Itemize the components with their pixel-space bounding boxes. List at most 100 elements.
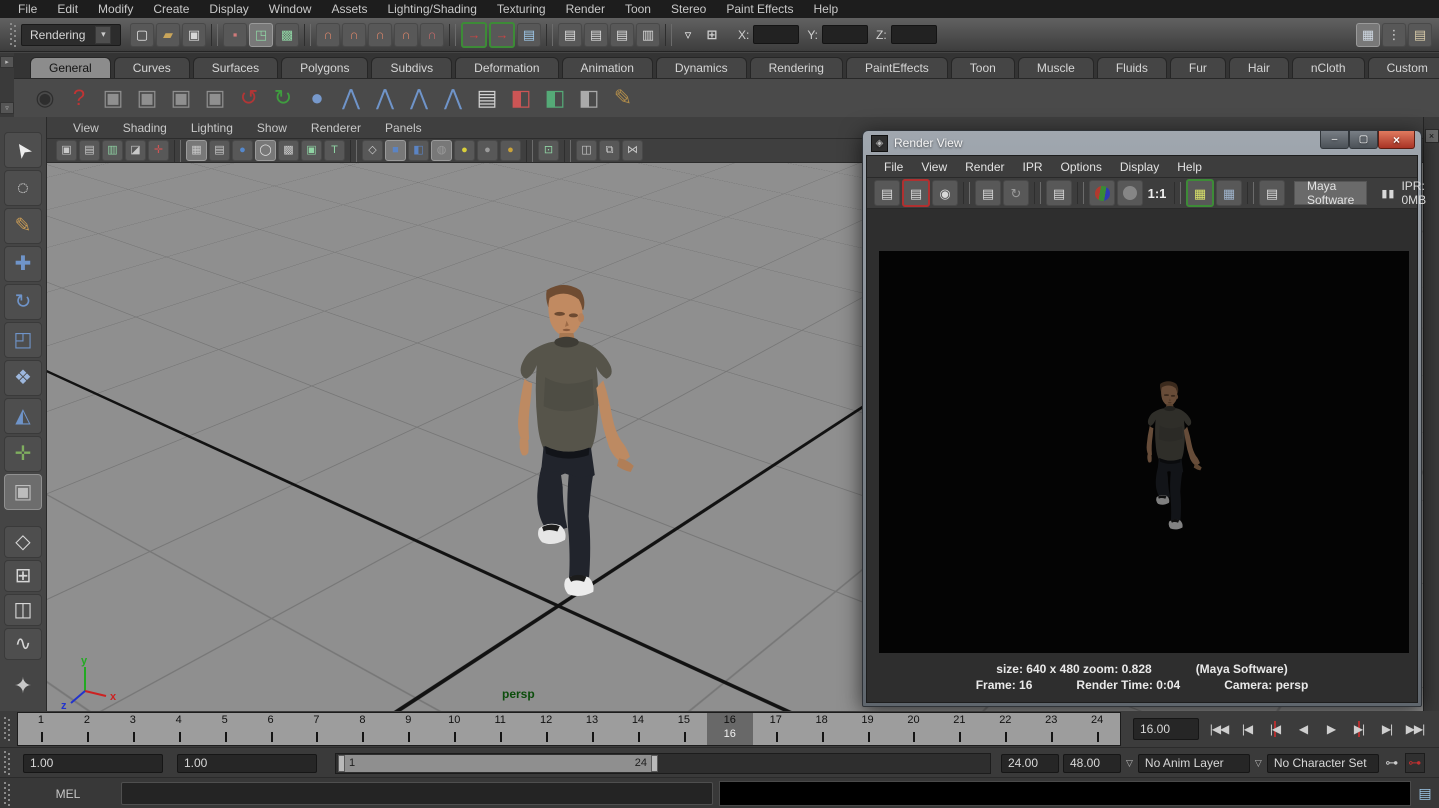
shelf-tab-rendering[interactable]: Rendering [750, 57, 843, 78]
menu-create[interactable]: Create [143, 0, 199, 18]
menu-texturing[interactable]: Texturing [487, 0, 556, 18]
step-forward-key-button[interactable]: ▶| [1347, 717, 1371, 741]
render-current-frame-icon[interactable]: ▤ [584, 23, 608, 47]
menu-modify[interactable]: Modify [88, 0, 143, 18]
select-object-icon[interactable]: ◳ [249, 23, 273, 47]
menu-set-selector[interactable]: Rendering ▾ [21, 24, 121, 46]
resolution-gate-icon[interactable]: ● [232, 140, 253, 161]
select-hierarchy-icon[interactable]: ▪ [223, 23, 247, 47]
panel-menu-renderer[interactable]: Renderer [299, 119, 373, 137]
outliner-persp-layout-icon[interactable]: ◫ [4, 594, 42, 626]
smooth-shade-icon[interactable]: ■ [385, 140, 406, 161]
image-plane-icon[interactable]: ◪ [125, 140, 146, 161]
playback-start-field[interactable]: 1.00 [177, 754, 317, 773]
shelf-tab-toon[interactable]: Toon [951, 57, 1015, 78]
rv-menu-display[interactable]: Display [1111, 158, 1168, 176]
wireframe-icon[interactable]: ◇ [362, 140, 383, 161]
rv-menu-file[interactable]: File [875, 158, 912, 176]
rv-menu-help[interactable]: Help [1168, 158, 1211, 176]
timeline-frame-1[interactable]: 1 [18, 713, 64, 745]
character-set-chevron-icon[interactable]: ▽ [1255, 758, 1262, 769]
shelf-menu-icon[interactable]: ▸ [0, 56, 14, 68]
panel-menu-lighting[interactable]: Lighting [179, 119, 245, 137]
timeline-frame-10[interactable]: 10 [431, 713, 477, 745]
snap-grid-icon[interactable]: ∩ [316, 23, 340, 47]
rv-menu-ipr[interactable]: IPR [1014, 158, 1052, 176]
shelf-tab-custom[interactable]: Custom [1368, 57, 1439, 78]
step-back-frame-button[interactable]: |◀ [1235, 717, 1259, 741]
lighting-flat-icon[interactable]: ● [477, 140, 498, 161]
script-editor-icon[interactable]: ▤ [1415, 784, 1435, 804]
menu-assets[interactable]: Assets [321, 0, 377, 18]
auto-keyframe-toggle-icon[interactable]: ⊶ [1405, 753, 1425, 773]
menu-toon[interactable]: Toon [615, 0, 661, 18]
graph-persp-layout-icon[interactable]: ∿ [4, 628, 42, 660]
plugin-shapes-icon[interactable]: ⋈ [622, 140, 643, 161]
input-mode-selector-icon[interactable]: ⊞ [701, 24, 723, 46]
shelf-tab-muscle[interactable]: Muscle [1018, 57, 1094, 78]
shelf-tab-painteffects[interactable]: PaintEffects [846, 57, 948, 78]
chevron-down-icon[interactable]: ▾ [95, 26, 111, 44]
flat-shade-icon[interactable]: ◧ [408, 140, 429, 161]
open-render-view-icon[interactable]: ▤ [558, 23, 582, 47]
step-forward-frame-button[interactable]: ▶| [1375, 717, 1399, 741]
undo-icon[interactable]: ↺ [233, 82, 265, 114]
step-back-key-button[interactable]: |◀ [1263, 717, 1287, 741]
timeline-frame-2[interactable]: 2 [64, 713, 110, 745]
redo-icon[interactable]: ↻ [267, 82, 299, 114]
ik-spline-handle-icon[interactable]: ⋀ [403, 82, 435, 114]
safe-action-icon[interactable]: ▣ [301, 140, 322, 161]
xray-icon[interactable]: ◫ [576, 140, 597, 161]
refresh-ipr-icon[interactable]: ↻ [1003, 180, 1029, 206]
select-tool-icon[interactable]: ➤ [4, 132, 42, 168]
render-settings-icon[interactable]: ▥ [636, 23, 660, 47]
scene-render-globals-icon[interactable]: ◉ [29, 82, 61, 114]
snap-point-icon[interactable]: ∩ [368, 23, 392, 47]
camera-zoom-icon[interactable]: ▣ [199, 82, 231, 114]
menu-window[interactable]: Window [259, 0, 322, 18]
pane-camera-icon[interactable]: ▣ [56, 140, 77, 161]
camera-track-icon[interactable]: ▣ [131, 82, 163, 114]
scale-tool-icon[interactable]: ◰ [4, 322, 42, 358]
character-set-field[interactable]: No Character Set [1267, 754, 1379, 773]
shelf-options-icon[interactable]: ▿ [0, 102, 14, 114]
timeline-frame-8[interactable]: 8 [339, 713, 385, 745]
shelf-tab-dynamics[interactable]: Dynamics [656, 57, 747, 78]
shelf-tab-animation[interactable]: Animation [562, 57, 653, 78]
ipr-render-icon[interactable]: ▤ [975, 180, 1001, 206]
lighting-default-icon[interactable]: ● [454, 140, 475, 161]
maximize-button[interactable]: ▢ [1349, 131, 1378, 149]
make-live-icon[interactable]: ∩ [420, 23, 444, 47]
tool-settings-toggle-icon[interactable]: ⋮ [1382, 23, 1406, 47]
shelf-tab-hair[interactable]: Hair [1229, 57, 1289, 78]
four-pane-layout-icon[interactable]: ⊞ [4, 560, 42, 592]
menu-help[interactable]: Help [804, 0, 849, 18]
pan-zoom-icon[interactable]: ✛ [148, 140, 169, 161]
set-key-icon[interactable]: ⊶ [1383, 754, 1401, 772]
use-default-material-icon[interactable]: ◍ [431, 140, 452, 161]
statusline-handle[interactable] [10, 23, 17, 47]
shelf-tab-surfaces[interactable]: Surfaces [193, 57, 278, 78]
current-time-field[interactable]: 16.00 [1133, 718, 1199, 740]
last-tool-used-icon[interactable]: ▣ [4, 474, 42, 510]
menu-paint-effects[interactable]: Paint Effects [716, 0, 803, 18]
menu-lighting-shading[interactable]: Lighting/Shading [377, 0, 486, 18]
single-pane-layout-icon[interactable]: ◇ [4, 526, 42, 558]
timeline-frame-23[interactable]: 23 [1028, 713, 1074, 745]
paint-selection-tool-icon[interactable]: ✎ [4, 208, 42, 244]
panel-menu-show[interactable]: Show [245, 119, 299, 137]
timeline-frame-21[interactable]: 21 [936, 713, 982, 745]
alpha-channel-icon[interactable] [1117, 180, 1143, 206]
menu-render[interactable]: Render [556, 0, 615, 18]
timeline-frame-5[interactable]: 5 [202, 713, 248, 745]
delete-unused-nodes-icon[interactable]: ● [301, 82, 333, 114]
x-coordinate-input[interactable] [753, 25, 799, 44]
panel-menu-panels[interactable]: Panels [373, 119, 434, 137]
timeline-frame-14[interactable]: 14 [615, 713, 661, 745]
timeline-handle[interactable] [4, 717, 11, 741]
ik-handle-icon[interactable]: ⋀ [335, 82, 367, 114]
timeline-frame-16[interactable]: 1616 [707, 713, 753, 745]
joint-tool-icon[interactable]: ⋀ [369, 82, 401, 114]
snap-curve-icon[interactable]: ∩ [342, 23, 366, 47]
construction-history-icon[interactable]: ▤ [517, 23, 541, 47]
